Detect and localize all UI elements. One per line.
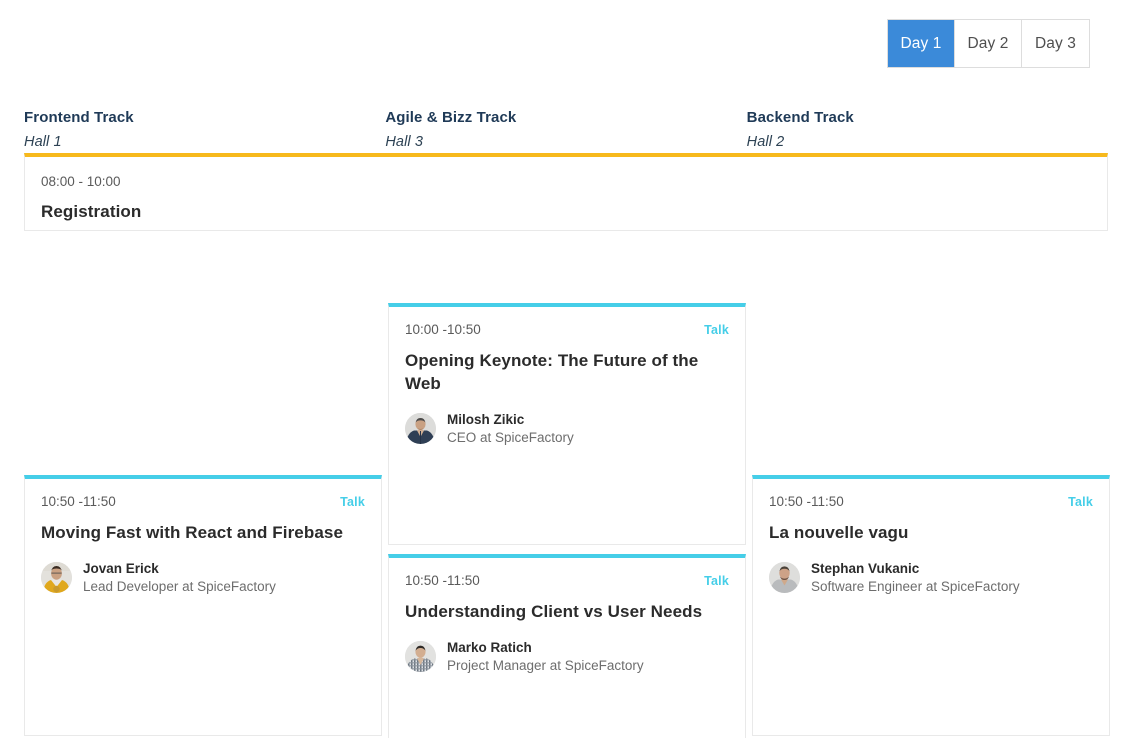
- session-header: 10:50 -11:50 Talk: [769, 493, 1093, 511]
- avatar: [769, 562, 800, 593]
- avatar: [405, 413, 436, 444]
- session-time: 10:50 -11:50: [769, 494, 844, 509]
- session-header: 10:50 -11:50 Talk: [405, 572, 729, 590]
- speaker-info: Milosh Zikic CEO at SpiceFactory: [447, 411, 574, 446]
- session-title: Understanding Client vs User Needs: [405, 602, 703, 621]
- speaker-name: Milosh Zikic: [447, 412, 525, 427]
- empty-slot: [752, 231, 1110, 475]
- track-header-backend: Backend Track Hall 2: [747, 108, 1108, 152]
- track-hall: Hall 1: [24, 134, 62, 150]
- session-card-keynote[interactable]: 10:00 -10:50 Talk Opening Keynote: The F…: [388, 303, 746, 545]
- registration-card[interactable]: 08:00 - 10:00 Registration: [24, 153, 1108, 231]
- day-tab-group: Day 1 Day 2 Day 3: [887, 19, 1090, 68]
- track-name: Agile & Bizz Track: [385, 109, 517, 126]
- speaker-row: Stephan Vukanic Software Engineer at Spi…: [769, 560, 1093, 595]
- track-header-row: Frontend Track Hall 1 Agile & Bizz Track…: [24, 108, 1108, 152]
- session-title: Opening Keynote: The Future of the Web: [405, 351, 699, 393]
- photo-avatar-stephan-icon: [769, 562, 800, 593]
- empty-slot: [388, 231, 746, 303]
- tab-day-1-label: Day 1: [900, 34, 942, 52]
- session-header: 10:00 -10:50 Talk: [405, 321, 729, 339]
- tab-day-2-label: Day 2: [967, 34, 1009, 52]
- column-frontend: 10:50 -11:50 Talk Moving Fast with React…: [24, 231, 384, 738]
- schedule-page: Day 1 Day 2 Day 3 Frontend Track Hall 1 …: [0, 0, 1140, 738]
- speaker-row: Milosh Zikic CEO at SpiceFactory: [405, 411, 729, 446]
- speaker-role: CEO at SpiceFactory: [447, 430, 574, 445]
- tab-day-1[interactable]: Day 1: [888, 20, 955, 67]
- column-agile: 10:00 -10:50 Talk Opening Keynote: The F…: [384, 231, 746, 738]
- tab-day-2[interactable]: Day 2: [955, 20, 1022, 67]
- registration-title: Registration: [41, 202, 142, 221]
- track-header-frontend: Frontend Track Hall 1: [24, 108, 385, 152]
- speaker-name: Jovan Erick: [83, 561, 159, 576]
- column-backend: 10:50 -11:50 Talk La nouvelle vagu Steph…: [746, 231, 1110, 738]
- speaker-info: Stephan Vukanic Software Engineer at Spi…: [811, 560, 1020, 595]
- photo-avatar-marko-icon: [405, 641, 436, 672]
- session-title: La nouvelle vagu: [769, 523, 909, 542]
- speaker-info: Jovan Erick Lead Developer at SpiceFacto…: [83, 560, 276, 595]
- schedule-grid: 08:00 - 10:00 Registration 10:50 -11:50 …: [24, 153, 1110, 738]
- session-header: 10:50 -11:50 Talk: [41, 493, 365, 511]
- photo-avatar-milosh-icon: [405, 413, 436, 444]
- track-hall: Hall 3: [385, 134, 423, 150]
- status-badge: Talk: [340, 495, 365, 509]
- status-badge: Talk: [1068, 495, 1093, 509]
- empty-slot: [24, 231, 382, 475]
- track-name: Frontend Track: [24, 109, 134, 126]
- speaker-name: Stephan Vukanic: [811, 561, 920, 576]
- speaker-row: Marko Ratich Project Manager at SpiceFac…: [405, 639, 729, 674]
- session-time: 10:00 -10:50: [405, 322, 481, 337]
- speaker-role: Project Manager at SpiceFactory: [447, 658, 644, 673]
- track-header-agile: Agile & Bizz Track Hall 3: [385, 108, 746, 152]
- session-card-agile-1[interactable]: 10:50 -11:50 Talk Understanding Client v…: [388, 554, 746, 738]
- session-card-frontend-1[interactable]: 10:50 -11:50 Talk Moving Fast with React…: [24, 475, 382, 736]
- session-time: 10:50 -11:50: [405, 573, 480, 588]
- speaker-role: Lead Developer at SpiceFactory: [83, 579, 276, 594]
- photo-avatar-jovan-icon: [41, 562, 72, 593]
- tab-day-3[interactable]: Day 3: [1022, 20, 1089, 67]
- speaker-name: Marko Ratich: [447, 640, 532, 655]
- row-gap: [388, 545, 746, 554]
- track-columns: 10:50 -11:50 Talk Moving Fast with React…: [24, 231, 1110, 738]
- registration-time: 08:00 - 10:00: [41, 174, 121, 189]
- speaker-info: Marko Ratich Project Manager at SpiceFac…: [447, 639, 644, 674]
- session-title: Moving Fast with React and Firebase: [41, 523, 344, 542]
- status-badge: Talk: [704, 323, 729, 337]
- tab-day-3-label: Day 3: [1035, 34, 1076, 52]
- speaker-row: Jovan Erick Lead Developer at SpiceFacto…: [41, 560, 365, 595]
- avatar: [405, 641, 436, 672]
- track-hall: Hall 2: [746, 134, 785, 150]
- session-card-backend-1[interactable]: 10:50 -11:50 Talk La nouvelle vagu Steph…: [752, 475, 1110, 736]
- session-time: 10:50 -11:50: [41, 494, 116, 509]
- status-badge: Talk: [704, 574, 729, 588]
- avatar: [41, 562, 72, 593]
- speaker-role: Software Engineer at SpiceFactory: [811, 579, 1020, 594]
- track-name: Backend Track: [746, 109, 854, 126]
